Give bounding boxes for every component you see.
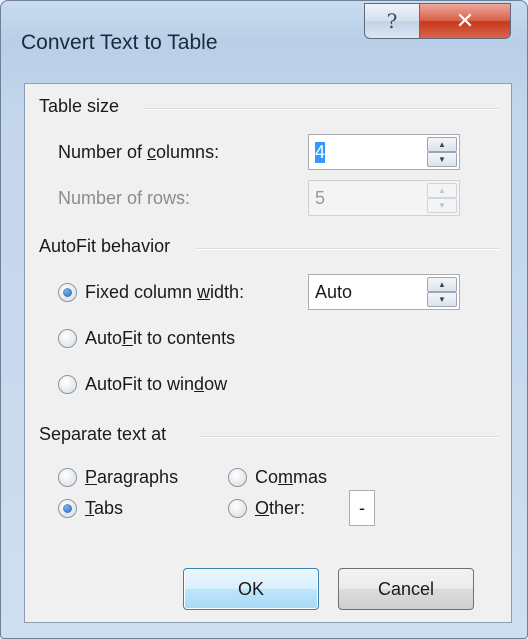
- autofit-contents-radio[interactable]: AutoFit to contents: [58, 328, 235, 349]
- fixed-width-spinner[interactable]: Auto ▲ ▼: [308, 274, 460, 310]
- radio-unselected-icon[interactable]: [58, 329, 77, 348]
- autofit-window-label: AutoFit to window: [85, 374, 228, 394]
- other-label: Other:: [255, 498, 306, 518]
- rows-down-icon: ▼: [427, 198, 457, 213]
- autofit-divider: [195, 248, 499, 250]
- fixed-width-up-icon[interactable]: ▲: [427, 277, 457, 292]
- radio-selected-icon[interactable]: [58, 499, 77, 518]
- close-button[interactable]: ✕: [419, 3, 511, 39]
- columns-label: Number of columns:: [58, 142, 220, 162]
- other-radio[interactable]: Other:: [228, 498, 305, 519]
- columns-up-icon[interactable]: ▲: [427, 137, 457, 152]
- tabs-label: Tabs: [85, 498, 124, 518]
- table-size-heading: Table size: [39, 96, 120, 116]
- rows-up-icon: ▲: [427, 183, 457, 198]
- cancel-button[interactable]: Cancel: [338, 568, 474, 610]
- fixed-width-down-icon[interactable]: ▼: [427, 292, 457, 307]
- rows-label: Number of rows:: [58, 188, 191, 208]
- dialog-body: Table size Number of columns: 4 ▲ ▼ Numb…: [24, 83, 512, 623]
- table-size-divider: [145, 108, 499, 110]
- ok-button[interactable]: OK: [183, 568, 319, 610]
- columns-down-icon[interactable]: ▼: [427, 152, 457, 167]
- commas-label: Commas: [255, 467, 328, 487]
- radio-unselected-icon[interactable]: [228, 499, 247, 518]
- paragraphs-label: Paragraphs: [85, 467, 179, 487]
- help-icon: ?: [386, 9, 398, 33]
- help-button[interactable]: ?: [364, 3, 420, 39]
- dialog-window: Convert Text to Table ? ✕ Table size Num…: [0, 0, 528, 639]
- fixed-width-value[interactable]: Auto: [315, 282, 352, 303]
- autofit-window-radio[interactable]: AutoFit to window: [58, 374, 227, 395]
- columns-spinner[interactable]: 4 ▲ ▼: [308, 134, 460, 170]
- rows-spinner: 5 ▲ ▼: [308, 180, 460, 216]
- separate-heading: Separate text at: [39, 424, 167, 444]
- separate-divider: [200, 436, 499, 438]
- radio-selected-icon[interactable]: [58, 283, 77, 302]
- columns-value[interactable]: 4: [315, 142, 326, 163]
- other-separator-input[interactable]: -: [349, 490, 375, 526]
- radio-unselected-icon[interactable]: [228, 468, 247, 487]
- radio-unselected-icon[interactable]: [58, 375, 77, 394]
- paragraphs-radio[interactable]: Paragraphs: [58, 467, 178, 488]
- radio-unselected-icon[interactable]: [58, 468, 77, 487]
- rows-value: 5: [315, 188, 326, 208]
- dialog-title: Convert Text to Table: [21, 31, 218, 54]
- tabs-radio[interactable]: Tabs: [58, 498, 123, 519]
- autofit-contents-label: AutoFit to contents: [85, 328, 236, 348]
- autofit-heading: AutoFit behavior: [39, 236, 171, 256]
- commas-radio[interactable]: Commas: [228, 467, 327, 488]
- fixed-width-radio[interactable]: Fixed column width:: [58, 282, 244, 303]
- fixed-width-label: Fixed column width:: [85, 282, 245, 302]
- close-icon: ✕: [455, 8, 475, 33]
